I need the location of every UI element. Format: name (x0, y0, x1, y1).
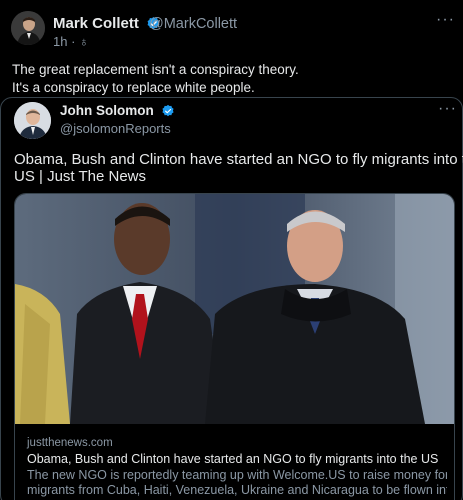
quoted-text-line: US | Just The News (14, 168, 146, 185)
link-preview-image[interactable] (15, 194, 455, 424)
tweet[interactable]: Mark Collett @MarkCollett 1h · ♁ ··· The… (0, 0, 463, 500)
tweet-text-line: The great replacement isn't a conspiracy… (12, 62, 299, 77)
post-timestamp[interactable]: 1h · ♁ (53, 34, 89, 49)
quoted-author-handle[interactable]: @jsolomonReports (60, 121, 171, 136)
author-handle[interactable]: @MarkCollett (149, 16, 237, 32)
more-options-icon[interactable]: ··· (436, 11, 455, 29)
quoted-author-avatar[interactable] (14, 102, 51, 139)
quoted-author-name[interactable]: John Solomon (60, 103, 175, 118)
quoted-text-line: Obama, Bush and Clinton have started an … (14, 151, 463, 168)
author-avatar[interactable] (11, 11, 45, 45)
author-name[interactable]: Mark Collett (53, 15, 161, 32)
quoted-more-options-icon[interactable]: ··· (438, 100, 457, 118)
quoted-author-name-text[interactable]: John Solomon (60, 103, 154, 118)
verified-badge-icon (161, 104, 174, 117)
link-title[interactable]: Obama, Bush and Clinton have started an … (27, 452, 438, 466)
link-description-line: migrants from Cuba, Haiti, Venezuela, Uk… (27, 483, 447, 497)
link-description-line: The new NGO is reportedly teaming up wit… (27, 468, 447, 482)
author-name-text[interactable]: Mark Collett (53, 15, 139, 32)
link-preview-card[interactable]: justthenews.com Obama, Bush and Clinton … (14, 193, 455, 500)
link-domain[interactable]: justthenews.com (27, 437, 113, 449)
tweet-text-line: It's a conspiracy to replace white peopl… (12, 80, 255, 95)
